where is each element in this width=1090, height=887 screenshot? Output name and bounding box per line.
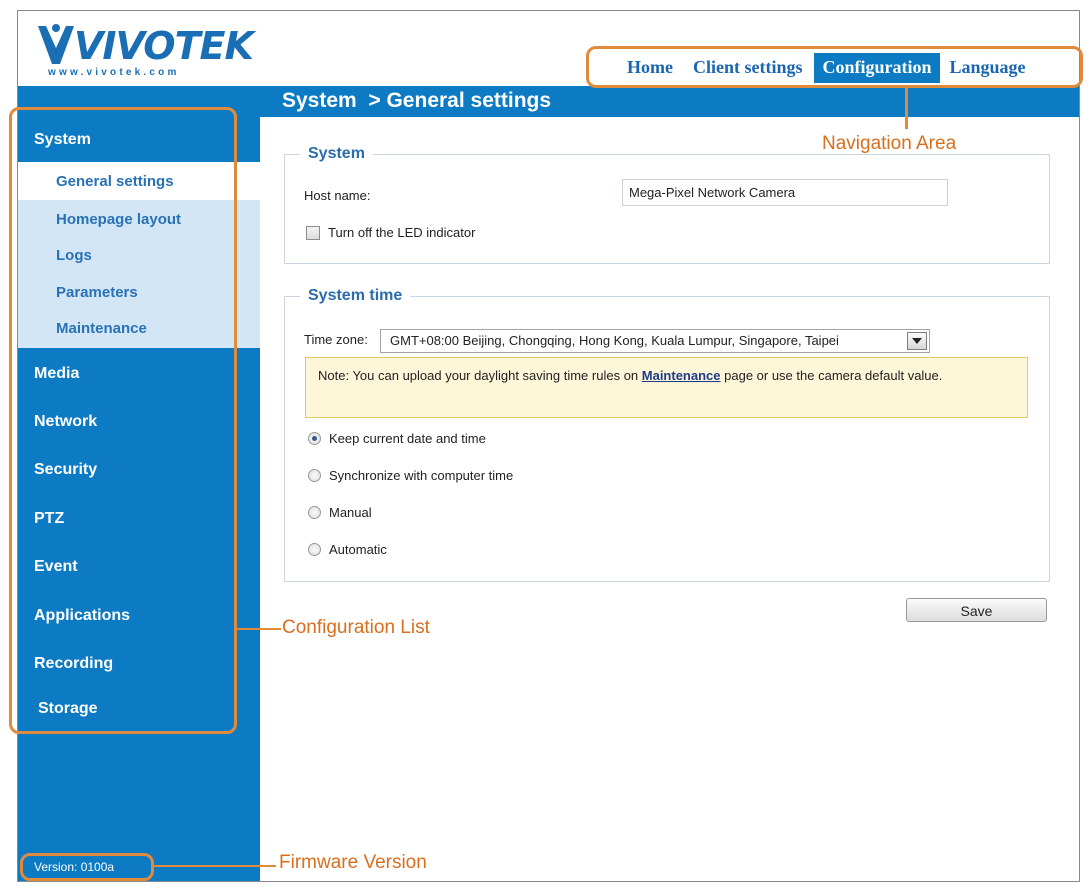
radio-automatic[interactable] bbox=[308, 543, 321, 556]
radio-keep-current[interactable] bbox=[308, 432, 321, 445]
led-indicator-label: Turn off the LED indicator bbox=[328, 225, 476, 240]
chevron-down-icon bbox=[912, 338, 922, 344]
firmware-callout-line bbox=[154, 865, 276, 867]
time-zone-select[interactable]: GMT+08:00 Beijing, Chongqing, Hong Kong,… bbox=[380, 329, 930, 353]
navigation-callout-line bbox=[905, 86, 908, 129]
radio-sync-computer[interactable] bbox=[308, 469, 321, 482]
radio-label-sync-computer: Synchronize with computer time bbox=[329, 468, 514, 483]
logo-url: www.vivotek.com bbox=[48, 67, 180, 78]
configuration-list-highlight bbox=[9, 107, 237, 734]
maintenance-link[interactable]: Maintenance bbox=[642, 368, 721, 383]
radio-label-keep-current: Keep current date and time bbox=[329, 431, 486, 446]
led-indicator-checkbox[interactable] bbox=[306, 226, 320, 240]
configuration-list-annotation: Configuration List bbox=[282, 617, 430, 638]
breadcrumb: System > General settings bbox=[282, 89, 552, 112]
radio-label-manual: Manual bbox=[329, 505, 372, 520]
logo-figure-icon bbox=[38, 24, 74, 64]
note-suffix: page or use the camera default value. bbox=[720, 368, 943, 383]
firmware-version-highlight bbox=[20, 853, 154, 881]
dropdown-button[interactable] bbox=[907, 332, 927, 350]
configuration-callout-line bbox=[237, 628, 281, 630]
host-name-input[interactable]: Mega-Pixel Network Camera bbox=[622, 179, 948, 206]
navigation-area-highlight bbox=[586, 46, 1083, 88]
system-fieldset bbox=[284, 154, 1050, 264]
system-time-legend: System time bbox=[300, 287, 411, 305]
save-button[interactable]: Save bbox=[906, 598, 1047, 622]
time-zone-label: Time zone: bbox=[304, 332, 368, 347]
radio-label-automatic: Automatic bbox=[329, 542, 387, 557]
logo-wordmark: VIVOTEK bbox=[74, 24, 254, 68]
radio-manual[interactable] bbox=[308, 506, 321, 519]
system-legend: System bbox=[300, 145, 373, 163]
navigation-area-annotation: Navigation Area bbox=[822, 133, 957, 154]
dst-note: Note: You can upload your daylight savin… bbox=[305, 357, 1028, 418]
firmware-version-annotation: Firmware Version bbox=[279, 852, 427, 873]
time-zone-value: GMT+08:00 Beijing, Chongqing, Hong Kong,… bbox=[390, 333, 839, 348]
vivotek-logo[interactable]: VIVOTEK www.vivotek.com bbox=[36, 20, 254, 80]
host-name-label: Host name: bbox=[304, 188, 371, 203]
note-prefix: Note: You can upload your daylight savin… bbox=[318, 368, 642, 383]
